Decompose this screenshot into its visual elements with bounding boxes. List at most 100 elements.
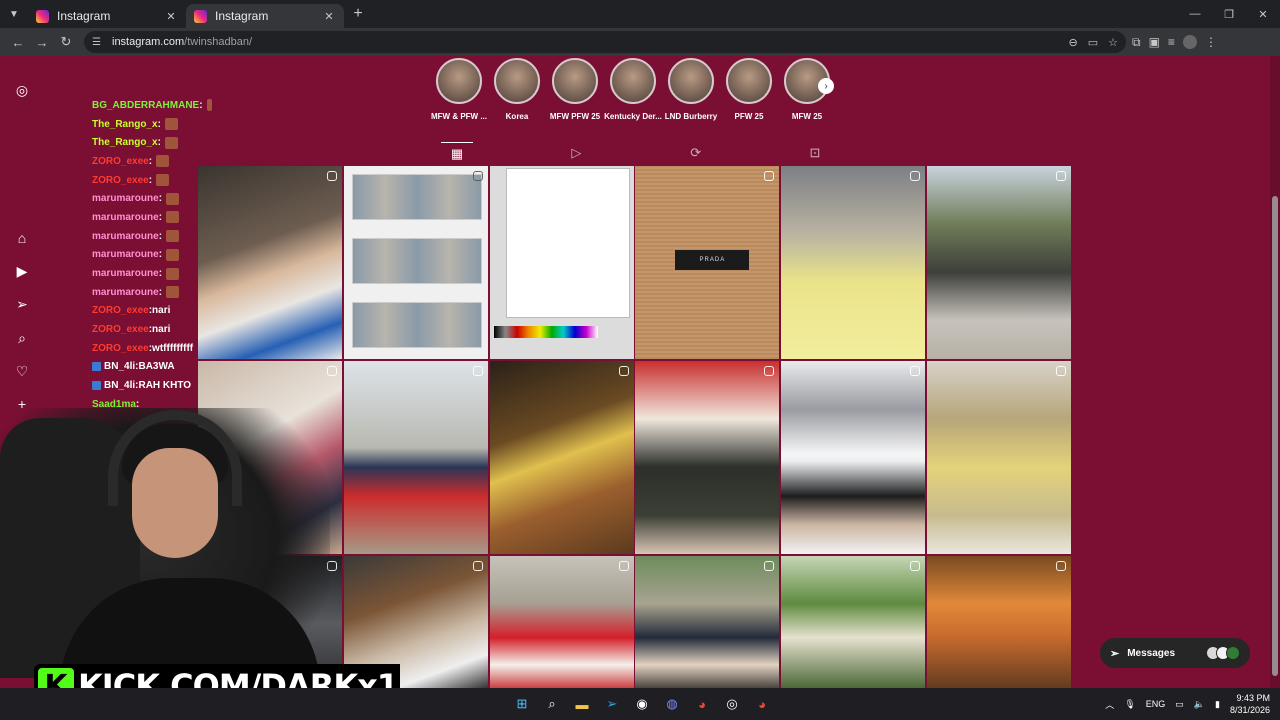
post-thumbnail[interactable] xyxy=(926,556,1071,688)
post-thumbnail[interactable] xyxy=(343,166,488,359)
windows-start-icon[interactable]: ⊞ xyxy=(510,692,534,716)
media-control-icon[interactable]: ≡ xyxy=(1168,35,1175,49)
chat-username: ZORO_exee xyxy=(92,174,149,186)
chat-username: marumaroune xyxy=(92,286,159,298)
obs-icon[interactable]: ◎ xyxy=(720,692,744,716)
reload-icon[interactable]: ↻ xyxy=(54,30,78,54)
post-thumbnail[interactable] xyxy=(926,361,1071,554)
chat-separator: : xyxy=(148,155,153,167)
chat-text: RAH KHTO xyxy=(138,380,192,392)
heart-icon[interactable]: ♡ xyxy=(12,361,32,381)
tab-search-chevron-icon[interactable]: ▼ xyxy=(0,0,28,28)
profile-avatar[interactable] xyxy=(1182,35,1197,49)
browser-tab-1[interactable]: Instagram ✕ xyxy=(28,4,186,28)
telegram-icon[interactable]: ➢ xyxy=(600,692,624,716)
post-thumbnail[interactable] xyxy=(781,556,926,688)
chat-separator: : xyxy=(158,193,163,205)
scrollbar-thumb[interactable] xyxy=(1272,196,1278,676)
volume-icon[interactable]: 🔈 xyxy=(1194,699,1205,710)
chat-message: marumaroune : xyxy=(92,208,212,227)
battery-icon[interactable]: ▮ xyxy=(1215,699,1220,710)
app-icon[interactable]: ◉ xyxy=(630,692,654,716)
file-explorer-icon[interactable]: ▬ xyxy=(570,692,594,716)
new-tab-plus-icon[interactable]: + xyxy=(344,5,372,23)
post-thumbnail[interactable] xyxy=(489,166,634,359)
messages-label: Messages xyxy=(1127,647,1176,659)
chat-separator: : xyxy=(158,249,163,261)
cast-icon[interactable]: ▭ xyxy=(1088,36,1098,49)
site-info-icon[interactable]: ☰ xyxy=(92,37,106,48)
reel-icon xyxy=(472,366,483,376)
extensions-puzzle-icon[interactable]: ⧉ xyxy=(1132,35,1141,50)
restore-icon[interactable]: ❐ xyxy=(1212,0,1246,28)
back-arrow-icon[interactable]: ← xyxy=(6,30,30,54)
zoom-icon[interactable]: ⊖ xyxy=(1069,36,1078,49)
post-thumbnail[interactable] xyxy=(635,361,780,554)
page-scrollbar[interactable] xyxy=(1270,56,1280,688)
chat-username: ZORO_exee xyxy=(92,342,149,354)
story-highlight[interactable]: MFW & PFW ... xyxy=(431,58,487,121)
highlight-cover xyxy=(552,58,598,104)
chat-separator: : xyxy=(148,174,153,186)
language-indicator[interactable]: ENG xyxy=(1146,699,1166,709)
post-thumbnail[interactable] xyxy=(198,166,342,359)
close-icon[interactable]: ✕ xyxy=(164,10,178,23)
reel-icon xyxy=(764,366,775,376)
url-path: /twinshadban/ xyxy=(184,36,253,48)
chat-username: BN_4li xyxy=(104,380,136,392)
search-icon[interactable]: ⌕ xyxy=(12,328,32,348)
reel-icon xyxy=(764,171,775,181)
post-thumbnail[interactable]: PRADA xyxy=(635,166,780,359)
messages-button[interactable]: ➢ Messages xyxy=(1100,638,1250,668)
post-thumbnail[interactable] xyxy=(781,166,926,359)
chat-username: ZORO_exee xyxy=(92,324,149,336)
discord-icon[interactable]: ◍ xyxy=(660,692,684,716)
reels-icon[interactable]: ▶ xyxy=(12,261,32,281)
tab-tagged-icon[interactable]: ⊡ xyxy=(799,142,831,164)
close-icon[interactable]: ✕ xyxy=(322,10,336,23)
bookmark-star-icon[interactable]: ☆ xyxy=(1108,36,1118,49)
network-icon[interactable]: ▭ xyxy=(1175,699,1184,710)
tray-chevron-up-icon[interactable]: ︿ xyxy=(1105,698,1114,711)
chrome-icon[interactable]: ◕ xyxy=(750,692,774,716)
windows-taskbar: ⊞ ⌕ ▬ ➢ ◉ ◍ ◕ ◎ ◕ ︿ 🎙 ENG ▭ 🔈 ▮ 9:43 PM … xyxy=(0,688,1280,720)
chat-message: BN_4li : RAH KHTO xyxy=(92,376,212,395)
chevron-right-icon[interactable]: › xyxy=(818,78,834,94)
close-window-icon[interactable]: ✕ xyxy=(1246,0,1280,28)
microphone-icon[interactable]: 🎙 xyxy=(1124,699,1135,710)
story-highlight[interactable]: Korea xyxy=(494,58,540,121)
story-highlight[interactable]: PFW 25 xyxy=(726,58,772,121)
browser-tab-2[interactable]: Instagram ✕ xyxy=(186,4,344,28)
reel-icon xyxy=(910,561,921,571)
search-icon[interactable]: ⌕ xyxy=(540,692,564,716)
reel-icon xyxy=(1055,171,1066,181)
minimize-icon[interactable]: — xyxy=(1178,0,1212,28)
story-highlight[interactable]: Kentucky Der... xyxy=(604,58,662,121)
tab-reposts-icon[interactable]: ⟳ xyxy=(680,142,712,164)
address-bar[interactable]: ☰ instagram.com/twinshadban/ ⊖ ▭ ☆ xyxy=(84,31,1126,53)
highlight-cover xyxy=(494,58,540,104)
chat-username: marumaroune xyxy=(92,193,159,205)
chat-emote-icon xyxy=(206,99,212,112)
chat-text: nari xyxy=(152,324,171,336)
home-icon[interactable]: ⌂ xyxy=(12,228,32,248)
post-thumbnail[interactable] xyxy=(489,556,634,688)
instagram-logo-icon[interactable]: ◎ xyxy=(12,80,32,100)
post-thumbnail[interactable] xyxy=(781,361,926,554)
story-highlight[interactable]: LND Burberry xyxy=(665,58,717,121)
tab-reels-icon[interactable]: ▷ xyxy=(560,142,592,164)
system-tray: ︿ 🎙 ENG ▭ 🔈 ▮ 9:43 PM 8/31/2026 xyxy=(1105,688,1270,720)
post-thumbnail[interactable] xyxy=(926,166,1071,359)
story-highlight[interactable]: MFW PFW 25 xyxy=(550,58,600,121)
extension-icon[interactable]: ▣ xyxy=(1149,35,1160,49)
menu-dots-icon[interactable]: ⋮ xyxy=(1205,35,1217,49)
chrome-icon[interactable]: ◕ xyxy=(690,692,714,716)
tab-posts-grid-icon[interactable]: ▦ xyxy=(441,142,473,164)
forward-arrow-icon[interactable]: → xyxy=(30,30,54,54)
send-icon[interactable]: ➢ xyxy=(12,294,32,314)
post-thumbnail[interactable] xyxy=(489,361,634,554)
instagram-favicon-icon xyxy=(36,9,49,23)
clock[interactable]: 9:43 PM 8/31/2026 xyxy=(1230,692,1270,716)
chat-username: ZORO_exee xyxy=(92,305,149,317)
post-thumbnail[interactable] xyxy=(635,556,780,688)
